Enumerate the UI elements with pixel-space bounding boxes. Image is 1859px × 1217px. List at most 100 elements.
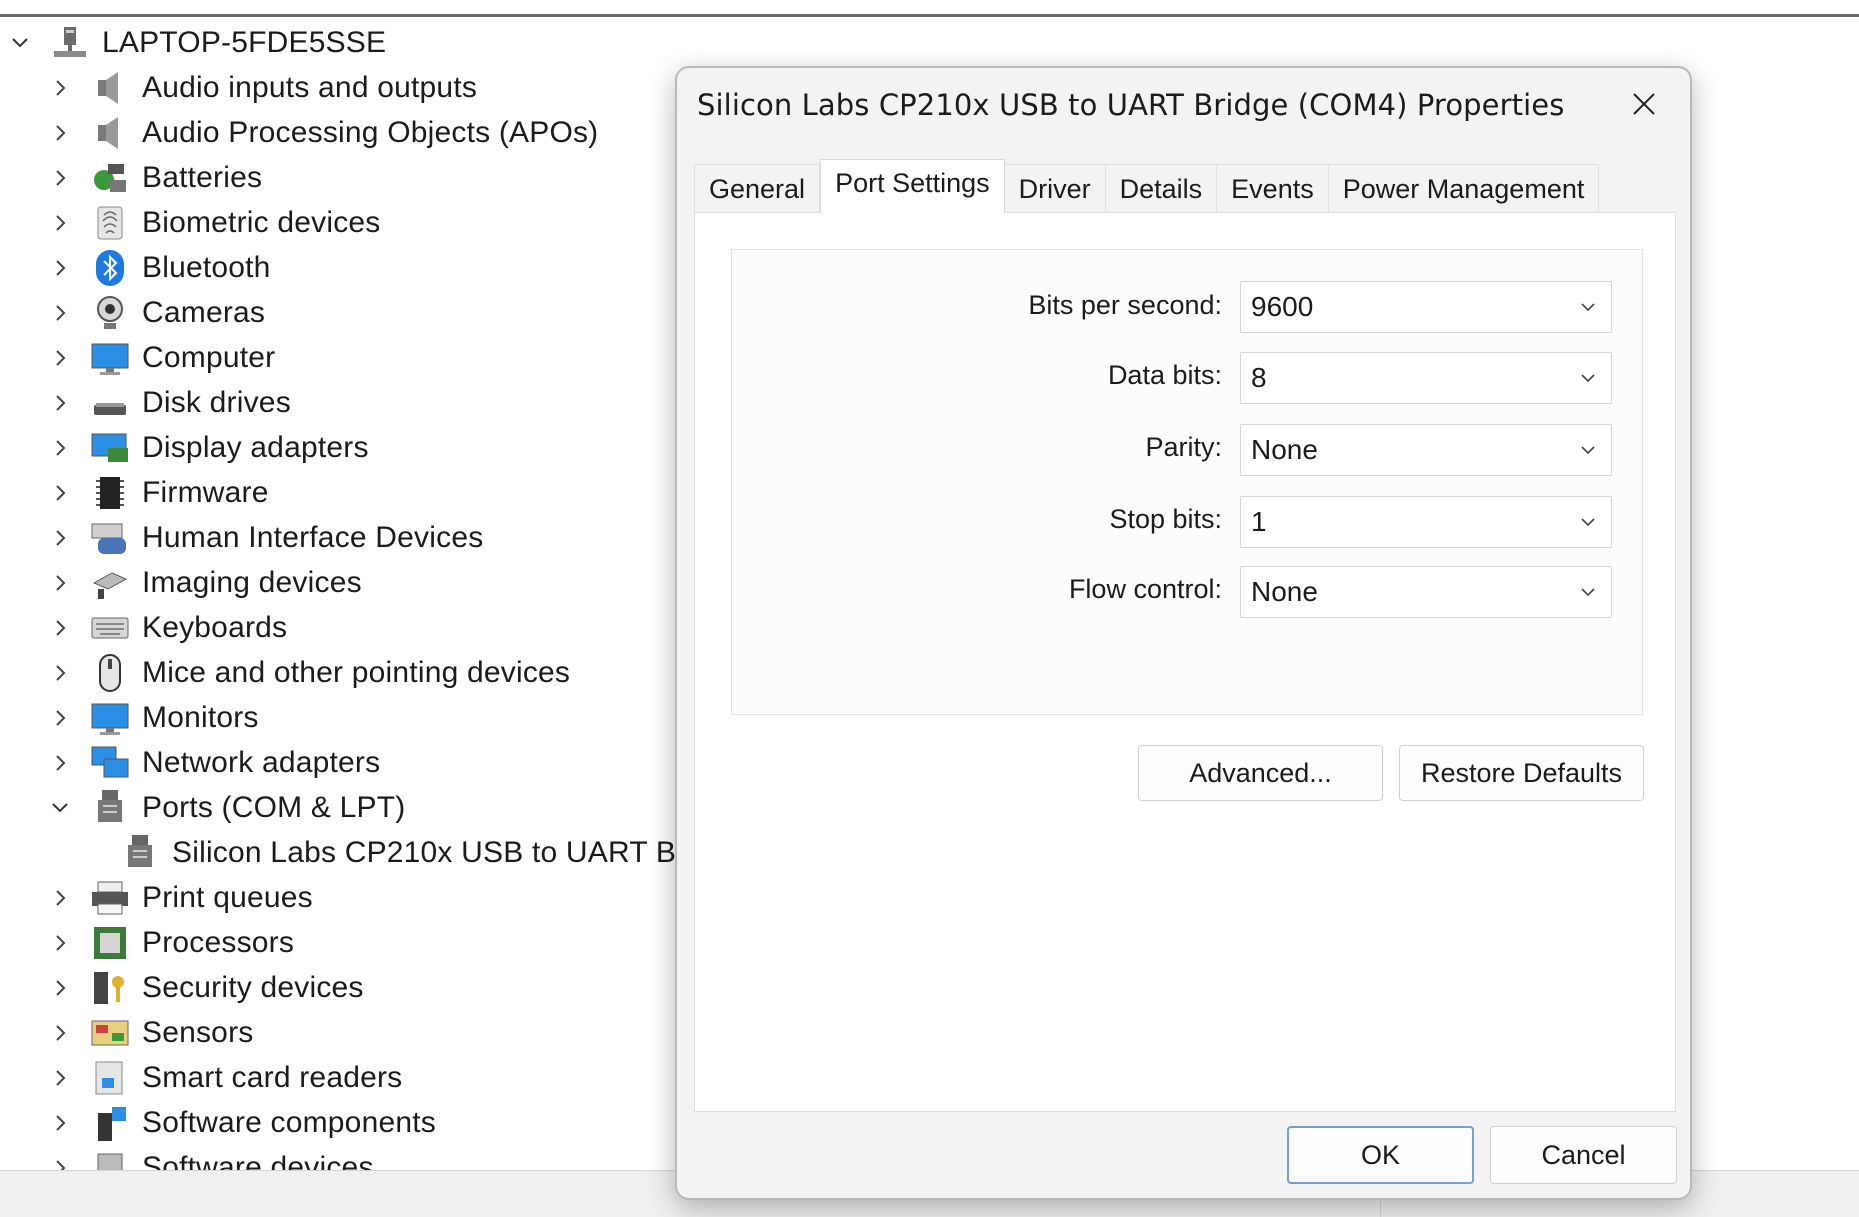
monitor-icon [90,338,130,378]
chevron-right-icon[interactable] [48,1156,72,1170]
tab-events[interactable]: Events [1217,164,1329,214]
tree-item-label: Bluetooth [142,250,271,284]
tree-category-firmware[interactable]: Firmware [48,470,269,515]
tree-category-computer[interactable]: Computer [48,335,275,380]
tree-category-biometric-devices[interactable]: Biometric devices [48,200,380,245]
chevron-right-icon[interactable] [48,976,72,1000]
chevron-right-icon[interactable] [48,256,72,280]
parity-label: Parity: [1145,432,1222,462]
tree-category-monitors[interactable]: Monitors [48,695,259,740]
tree-category-human-interface-devices[interactable]: Human Interface Devices [48,515,483,560]
chip-icon [90,473,130,513]
tree-category-network-adapters[interactable]: Network adapters [48,740,380,785]
tree-category-audio-inputs-and-outputs[interactable]: Audio inputs and outputs [48,65,477,110]
tree-category-software-components[interactable]: Software components [48,1100,436,1145]
tree-category-batteries[interactable]: Batteries [48,155,262,200]
data-bits-select[interactable]: 8 [1240,352,1612,404]
chevron-right-icon[interactable] [48,481,72,505]
chevron-right-icon[interactable] [48,76,72,100]
tab-strip: General Port Settings Driver Details Eve… [694,159,1600,214]
tree-root[interactable]: LAPTOP-5FDE5SSE [8,20,386,65]
chevron-right-icon[interactable] [48,121,72,145]
tree-category-ports-com-lpt[interactable]: Ports (COM & LPT) [48,785,405,830]
close-button[interactable] [1616,78,1672,130]
tree-category-cameras[interactable]: Cameras [48,290,265,335]
chevron-right-icon[interactable] [48,1066,72,1090]
chevron-down-icon [1581,446,1595,455]
chevron-down-icon[interactable] [48,796,72,820]
bits-per-second-select[interactable]: 9600 [1240,281,1612,333]
chevron-right-icon[interactable] [48,751,72,775]
tree-item-label: Firmware [142,475,269,509]
chevron-right-icon[interactable] [48,1111,72,1135]
window-top-border [0,14,1859,17]
tab-details[interactable]: Details [1105,164,1218,214]
bits-per-second-value: 9600 [1251,291,1314,322]
chevron-right-icon[interactable] [48,616,72,640]
sensor-icon [90,1013,130,1053]
tree-category-processors[interactable]: Processors [48,920,294,965]
chevron-right-icon[interactable] [48,166,72,190]
advanced-button[interactable]: Advanced... [1138,745,1383,801]
chevron-right-icon[interactable] [48,661,72,685]
tree-item-label: Software devices [142,1150,374,1171]
stop-bits-select[interactable]: 1 [1240,496,1612,548]
tree-category-print-queues[interactable]: Print queues [48,875,313,920]
chevron-right-icon[interactable] [48,526,72,550]
chevron-right-icon[interactable] [48,301,72,325]
tree-category-software-devices[interactable]: Software devices [48,1145,374,1170]
properties-dialog: Silicon Labs CP210x USB to UART Bridge (… [675,66,1692,1200]
tree-device-silicon-labs-cp210x-usb-to-uart-bridge-com4[interactable]: Silicon Labs CP210x USB to UART Bridge (… [120,830,700,875]
tree-item-label: Display adapters [142,430,369,464]
tree-category-bluetooth[interactable]: Bluetooth [48,245,271,290]
chevron-down-icon [1581,303,1595,312]
chevron-right-icon[interactable] [48,706,72,730]
tree-item-label: Silicon Labs CP210x USB to UART Bridge (… [172,835,700,869]
printer-icon [90,878,130,918]
chevron-right-icon[interactable] [48,571,72,595]
chevron-right-icon[interactable] [48,931,72,955]
tree-category-display-adapters[interactable]: Display adapters [48,425,369,470]
close-icon [1633,93,1655,115]
restore-defaults-button[interactable]: Restore Defaults [1399,745,1644,801]
monitor-icon [90,698,130,738]
tree-category-audio-processing-objects-apos[interactable]: Audio Processing Objects (APOs) [48,110,598,155]
tree-category-smart-card-readers[interactable]: Smart card readers [48,1055,402,1100]
chevron-right-icon[interactable] [48,886,72,910]
chevron-right-icon[interactable] [48,346,72,370]
stop-bits-label: Stop bits: [1109,504,1222,534]
port-icon [120,833,160,873]
tree-item-label: Computer [142,340,276,374]
parity-select[interactable]: None [1240,424,1612,476]
port-settings-group: Bits per second: 9600 Data bits: 8 Parit… [731,249,1643,715]
tree-category-security-devices[interactable]: Security devices [48,965,364,1010]
cancel-button[interactable]: Cancel [1490,1126,1677,1184]
tree-item-label: Smart card readers [142,1060,403,1094]
tab-port-settings[interactable]: Port Settings [820,159,1005,213]
chevron-down-icon [1581,374,1595,383]
stop-bits-value: 1 [1251,506,1267,537]
imaging-icon [90,563,130,603]
tab-driver[interactable]: Driver [1004,164,1106,214]
tab-power-management[interactable]: Power Management [1328,164,1600,214]
chevron-right-icon[interactable] [48,436,72,460]
security-icon [90,968,130,1008]
camera-icon [90,293,130,333]
tree-category-imaging-devices[interactable]: Imaging devices [48,560,362,605]
tree-item-label: Print queues [142,880,313,914]
tree-category-sensors[interactable]: Sensors [48,1010,253,1055]
speaker-icon [90,113,130,153]
chevron-right-icon[interactable] [48,1021,72,1045]
ok-button[interactable]: OK [1287,1126,1474,1184]
flow-control-select[interactable]: None [1240,566,1612,618]
tree-category-mice-and-other-pointing-devices[interactable]: Mice and other pointing devices [48,650,570,695]
tree-item-label: Disk drives [142,385,291,419]
display-adapter-icon [90,428,130,468]
tree-item-label: Mice and other pointing devices [142,655,571,689]
chevron-right-icon[interactable] [48,391,72,415]
tree-category-disk-drives[interactable]: Disk drives [48,380,291,425]
chevron-right-icon[interactable] [48,211,72,235]
tab-general[interactable]: General [694,164,821,214]
chevron-down-icon[interactable] [8,31,32,55]
tree-category-keyboards[interactable]: Keyboards [48,605,287,650]
